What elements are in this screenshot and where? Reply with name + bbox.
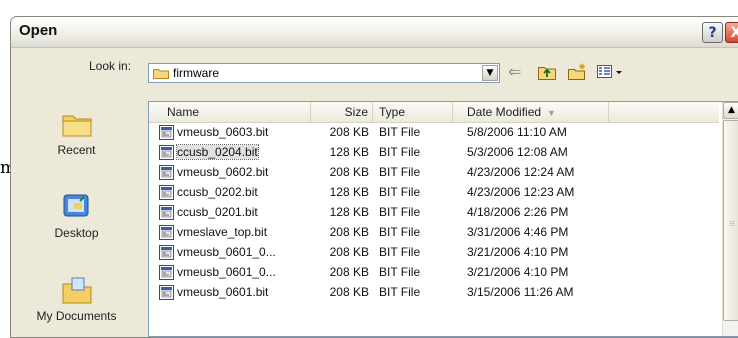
column-header-date-label: Date Modified (467, 105, 542, 119)
file-type: BIT File (379, 285, 421, 299)
file-size: 208 KB (329, 265, 369, 279)
recent-folder-icon (62, 115, 91, 137)
column-header-type[interactable]: Type (373, 102, 453, 122)
table-row[interactable]: vmeusb_0601_0... 208 KB BIT File 3/21/2006 … (149, 263, 719, 283)
column-header-name[interactable]: Name (149, 102, 311, 122)
list-header: Name Size Type Date Modified ▼ (149, 102, 719, 123)
bit-file-icon (159, 225, 174, 240)
close-button[interactable]: X (725, 22, 738, 43)
file-size: 208 KB (329, 125, 369, 139)
table-row[interactable]: ccusb_0202.bit 128 KB BIT File 4/23/2006 12… (149, 183, 719, 203)
column-header-size-label: Size (344, 105, 368, 119)
file-list[interactable]: Name Size Type Date Modified ▼ vmeusb_060… (148, 101, 738, 337)
column-header-date[interactable]: Date Modified ▼ (453, 102, 609, 122)
look-in-value: firmware (173, 66, 220, 80)
file-size: 128 KB (329, 205, 369, 219)
file-type: BIT File (379, 265, 421, 279)
file-date-modified: 3/21/2006 4:10 PM (467, 265, 569, 279)
file-size: 208 KB (329, 225, 369, 239)
table-row[interactable]: ccusb_0204.bit 128 KB BIT File 5/3/2006 12:… (149, 143, 719, 163)
sort-descending-icon: ▼ (547, 108, 556, 118)
bit-file-icon (159, 205, 174, 220)
table-row[interactable]: ccusb_0201.bit 128 KB BIT File 4/18/2006 2:… (149, 203, 719, 223)
file-date-modified: 4/23/2006 12:23 AM (467, 185, 575, 199)
table-row[interactable]: vmeusb_0602.bit 208 KB BIT File 4/23/2006 1… (149, 163, 719, 183)
desktop-icon (63, 194, 88, 217)
file-type: BIT File (379, 185, 421, 199)
bit-file-icon (159, 185, 174, 200)
file-type: BIT File (379, 205, 421, 219)
vertical-scrollbar[interactable]: ▲ — — — (722, 102, 738, 336)
file-name: vmeslave_top.bit (177, 225, 268, 239)
file-type: BIT File (379, 165, 421, 179)
help-button[interactable]: ? (702, 22, 723, 43)
places-recent-label: Recent (57, 143, 96, 157)
file-size: 128 KB (329, 185, 369, 199)
table-row[interactable]: vmeusb_0601.bit 208 KB BIT File 3/15/2006 1… (149, 283, 719, 303)
up-folder-icon[interactable] (537, 63, 557, 81)
look-in-dropdown[interactable]: firmware ▼ (148, 63, 500, 83)
my-documents-icon (62, 277, 91, 304)
back-arrow-icon[interactable]: ⇐ (508, 63, 530, 81)
file-type: BIT File (379, 225, 421, 239)
bit-file-icon (159, 125, 174, 140)
bit-file-icon (159, 265, 174, 280)
bit-file-icon (159, 145, 174, 160)
view-menu-icon[interactable] (596, 63, 624, 81)
file-name: vmeusb_0601_0... (177, 245, 276, 259)
file-name: vmeusb_0603.bit (177, 125, 269, 139)
file-name: ccusb_0202.bit (177, 185, 258, 199)
table-row[interactable]: vmeusb_0601_0... 208 KB BIT File 3/21/2006 … (149, 243, 719, 263)
column-header-name-label: Name (167, 105, 200, 119)
places-bar: Recent Desktop My Documents (11, 97, 142, 337)
places-my-documents-label: My Documents (36, 309, 117, 323)
file-type: BIT File (379, 145, 421, 159)
bit-file-icon (159, 165, 174, 180)
new-folder-icon[interactable] (567, 63, 587, 81)
window-title: Open (19, 22, 58, 39)
places-desktop-label: Desktop (54, 226, 99, 240)
file-name: ccusb_0204.bit (176, 144, 259, 160)
title-bar[interactable]: Open ? X (11, 17, 738, 48)
file-date-modified: 3/21/2006 4:10 PM (467, 245, 569, 259)
file-name: ccusb_0201.bit (177, 205, 258, 219)
file-type: BIT File (379, 245, 421, 259)
file-name: vmeusb_0601.bit (177, 285, 269, 299)
bit-file-icon (159, 285, 174, 300)
bit-file-icon (159, 245, 174, 260)
file-date-modified: 4/18/2006 2:26 PM (467, 205, 569, 219)
file-size: 208 KB (329, 285, 369, 299)
look-in-label: Look in: (89, 59, 132, 73)
file-size: 208 KB (329, 245, 369, 259)
scrollbar-thumb[interactable]: — — — (723, 120, 738, 321)
file-date-modified: 3/31/2006 4:46 PM (467, 225, 569, 239)
open-dialog: Open ? X Look in: firmware ▼ ⇐ Recent (10, 16, 738, 338)
column-header-type-label: Type (379, 105, 406, 119)
chevron-down-icon[interactable]: ▼ (482, 65, 498, 81)
places-recent[interactable]: Recent (11, 109, 142, 157)
file-name: vmeusb_0601_0... (177, 265, 276, 279)
file-date-modified: 3/15/2006 11:26 AM (467, 285, 574, 299)
column-header-size[interactable]: Size (311, 102, 373, 122)
file-date-modified: 5/3/2006 12:08 AM (467, 145, 568, 159)
scroll-up-arrow-icon[interactable]: ▲ (723, 102, 738, 119)
file-date-modified: 4/23/2006 12:24 AM (467, 165, 575, 179)
folder-icon (153, 69, 169, 79)
file-name: vmeusb_0602.bit (177, 165, 269, 179)
scrollbar-grip: — — — (729, 218, 735, 229)
file-size: 128 KB (329, 145, 369, 159)
column-header-filler (609, 102, 719, 122)
file-size: 208 KB (329, 165, 369, 179)
table-row[interactable]: vmeusb_0603.bit 208 KB BIT File 5/8/2006 11… (149, 123, 719, 143)
table-row[interactable]: vmeslave_top.bit 208 KB BIT File 3/31/2006 … (149, 223, 719, 243)
file-date-modified: 5/8/2006 11:10 AM (467, 125, 567, 139)
places-my-documents[interactable]: My Documents (11, 275, 142, 323)
places-desktop[interactable]: Desktop (11, 192, 142, 240)
file-type: BIT File (379, 125, 421, 139)
